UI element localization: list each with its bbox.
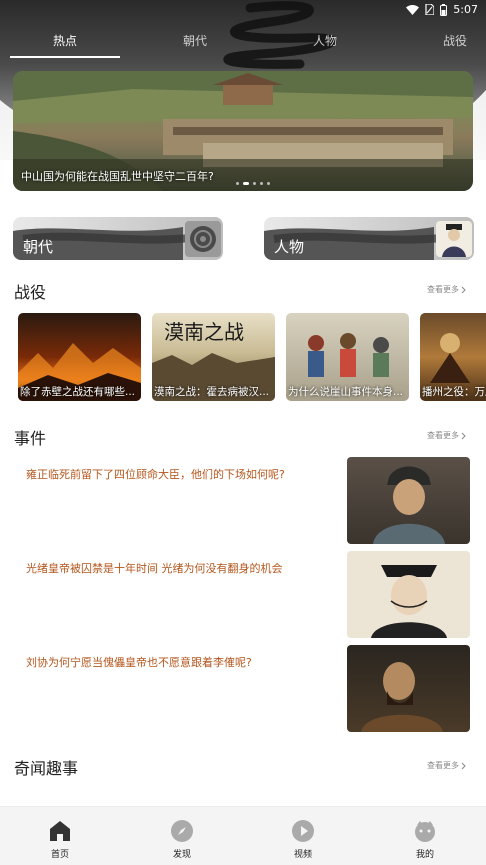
nav-label: 视频 xyxy=(293,850,312,860)
event-image[interactable] xyxy=(347,457,470,544)
bottom-navigation: 首页 发现 视频 我的 xyxy=(0,806,486,865)
event-image[interactable] xyxy=(347,551,470,638)
more-label: 查看更多 xyxy=(427,761,459,770)
battle-card[interactable]: 除了赤壁之战还有哪些... xyxy=(18,313,141,401)
carousel-dot[interactable] xyxy=(236,182,239,185)
status-bar: 5:07 xyxy=(0,0,486,22)
tab-hot[interactable]: 热点 xyxy=(53,32,77,49)
battle-title: 播州之役：万历三大征... xyxy=(422,386,486,398)
banner-carousel[interactable]: 中山国为何能在战国乱世中坚守二百年? xyxy=(13,71,473,191)
play-icon xyxy=(292,820,314,842)
tab-dynasty[interactable]: 朝代 xyxy=(183,32,207,49)
battle-title: 漠南之战：霍去病被汉... xyxy=(154,386,270,398)
status-time: 5:07 xyxy=(453,3,478,16)
nav-label: 发现 xyxy=(172,850,191,860)
nav-label: 首页 xyxy=(50,850,69,860)
event-image[interactable] xyxy=(347,645,470,732)
battle-card[interactable]: 为什么说崖山事件本身... xyxy=(286,313,409,401)
nav-profile[interactable]: 我的 xyxy=(395,819,455,860)
compass-icon xyxy=(171,820,193,842)
app-screen: 5:07 热点 朝代 人物 战役 中山国为何能在战国乱世中坚守二百年? 朝代 人… xyxy=(0,0,486,865)
more-link-anecdotes[interactable]: 查看更多 xyxy=(427,760,467,771)
carousel-dot[interactable] xyxy=(253,182,256,185)
section-title-events: 事件 xyxy=(14,429,47,448)
carousel-dots xyxy=(236,182,270,185)
more-link-battles[interactable]: 查看更多 xyxy=(427,284,467,295)
nav-video[interactable]: 视频 xyxy=(273,819,333,860)
wifi-icon xyxy=(406,4,420,15)
carousel-dot[interactable] xyxy=(267,182,270,185)
section-title-battles: 战役 xyxy=(14,283,47,302)
category-label: 朝代 xyxy=(23,238,54,256)
category-label: 人物 xyxy=(274,238,305,256)
section-title-anecdotes: 奇闻趣事 xyxy=(14,759,79,778)
tab-battles[interactable]: 战役 xyxy=(443,32,467,49)
sim-icon xyxy=(425,4,435,15)
nav-label: 我的 xyxy=(415,850,434,860)
carousel-dot-active[interactable] xyxy=(243,182,249,185)
battery-icon xyxy=(440,3,448,16)
profile-icon xyxy=(415,821,435,842)
portrait-icon xyxy=(436,221,472,257)
nav-home[interactable]: 首页 xyxy=(30,819,90,860)
battle-title: 为什么说崖山事件本身... xyxy=(288,386,404,398)
event-title[interactable]: 刘协为何宁愿当傀儡皇帝也不愿意跟着李傕呢? xyxy=(26,655,326,670)
more-label: 查看更多 xyxy=(427,285,459,294)
battle-card[interactable]: 播州之役：万历三大征... xyxy=(420,313,486,401)
home-icon xyxy=(50,821,70,841)
event-title[interactable]: 雍正临死前留下了四位顾命大臣，他们的下场如何呢? xyxy=(26,467,326,482)
category-card-people[interactable]: 人物 xyxy=(264,217,474,260)
event-title[interactable]: 光绪皇帝被囚禁是十年时间 光绪为何没有翻身的机会 xyxy=(26,561,326,576)
chevron-right-icon xyxy=(461,762,466,769)
svg-text:漠南之战: 漠南之战 xyxy=(164,320,244,344)
tab-people[interactable]: 人物 xyxy=(313,32,337,49)
bronze-artifact-icon xyxy=(185,221,221,257)
category-card-dynasty[interactable]: 朝代 xyxy=(13,217,223,260)
more-label: 查看更多 xyxy=(427,431,459,440)
carousel-dot[interactable] xyxy=(260,182,263,185)
banner-caption: 中山国为何能在战国乱世中坚守二百年? xyxy=(21,170,214,183)
nav-discover[interactable]: 发现 xyxy=(152,819,212,860)
tab-active-indicator xyxy=(10,56,120,58)
chevron-right-icon xyxy=(461,286,466,293)
battle-card[interactable]: 漠南之战 漠南之战：霍去病被汉... xyxy=(152,313,275,401)
chevron-right-icon xyxy=(461,432,466,439)
battle-title: 除了赤壁之战还有哪些... xyxy=(20,386,136,398)
top-tabs: 热点 朝代 人物 战役 xyxy=(0,26,486,58)
more-link-events[interactable]: 查看更多 xyxy=(427,430,467,441)
